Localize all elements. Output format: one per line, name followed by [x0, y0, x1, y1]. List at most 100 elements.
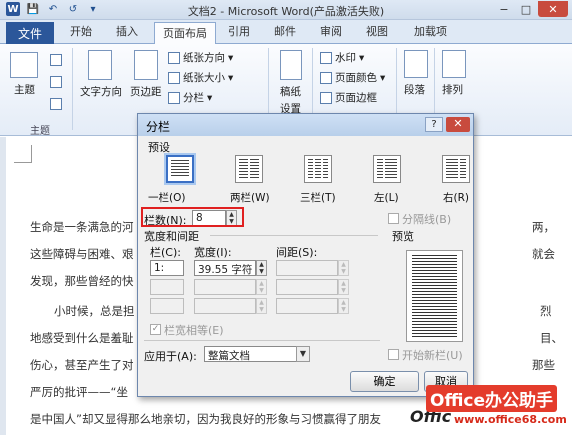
paragraph-line-fragment[interactable]: 目、 [540, 330, 563, 346]
paragraph-line[interactable]: 这些障碍与困难、艰 [30, 246, 134, 262]
tab-home[interactable]: 开始 [70, 24, 92, 40]
orientation-button[interactable]: 纸张方向 ▾ [168, 50, 233, 65]
watermark-button[interactable]: 水印 ▾ [320, 50, 364, 65]
column-spacing-spinner[interactable]: ▲ ▼ [338, 260, 349, 276]
arrange-icon[interactable] [442, 50, 466, 78]
close-button[interactable]: ✕ [538, 1, 568, 17]
column-icon [322, 159, 328, 179]
draft-settings-button[interactable]: 稿纸 设置 [280, 84, 301, 116]
tab-insert[interactable]: 插入 [116, 24, 138, 40]
columns-dialog: 分栏 ? ✕ 预设 一栏(O) 两栏(W) 三栏(T) 左(L) 右(R) 栏数… [137, 113, 474, 397]
column-icon [171, 160, 189, 178]
column-width-input[interactable]: 39.55 字符 [194, 260, 256, 276]
text-direction-button[interactable]: 文字方向 [80, 84, 122, 99]
column-spacing-spinner[interactable]: ▲ ▼ [338, 298, 349, 314]
preset-left-label[interactable]: 左(L) [374, 190, 399, 205]
columns-button[interactable]: 分栏 ▾ [168, 90, 212, 105]
column-width-input[interactable] [194, 298, 256, 314]
spacing-header: 间距(S): [276, 246, 318, 259]
dialog-title-bar[interactable]: 分栏 ? ✕ [138, 114, 473, 136]
theme-colors-icon[interactable] [50, 54, 62, 66]
new-column-label: 开始新栏(U) [402, 349, 463, 362]
column-icon [315, 159, 321, 179]
column-number-cell: 1: [150, 260, 184, 276]
maximize-button[interactable]: □ [516, 1, 536, 17]
paragraph-line[interactable]: 生命是一条满急的河 [30, 219, 134, 235]
preset-one-column[interactable] [166, 155, 194, 183]
separator-checkbox[interactable] [388, 213, 399, 224]
column-spacing-input[interactable] [276, 298, 338, 314]
separator-label: 分隔线(B) [402, 213, 452, 226]
draft-paper-icon[interactable] [280, 50, 302, 80]
column-spacing-spinner[interactable]: ▲ ▼ [338, 279, 349, 295]
tab-review[interactable]: 审阅 [320, 24, 342, 40]
tab-view[interactable]: 视图 [366, 24, 388, 40]
paragraph-line[interactable]: 发现，那些曾经的快 [30, 273, 134, 289]
paragraph-icon[interactable] [404, 50, 428, 78]
paragraph-line-fragment[interactable]: 那些 [532, 357, 555, 373]
page-border-button[interactable]: 页面边框 [320, 90, 377, 105]
column-width-spinner[interactable]: ▲ ▼ [256, 279, 267, 295]
theme-effects-icon[interactable] [50, 98, 62, 110]
group-separator [72, 48, 73, 130]
new-column-checkbox[interactable] [388, 349, 399, 360]
preset-right-label[interactable]: 右(R) [443, 190, 469, 205]
column-width-spinner[interactable]: ▲ ▼ [256, 260, 267, 276]
column-width-input[interactable] [194, 279, 256, 295]
paragraph-button[interactable]: 段落 [404, 82, 425, 97]
chevron-down-icon[interactable]: ▼ [296, 346, 310, 362]
dialog-close-button[interactable]: ✕ [446, 117, 470, 132]
preset-one-column-label[interactable]: 一栏(O) [148, 190, 185, 205]
document-left-margin [0, 137, 6, 435]
page-color-button[interactable]: 页面颜色 ▾ [320, 70, 385, 85]
apply-to-select[interactable]: 整篇文档 [204, 346, 310, 362]
preset-three-columns-label[interactable]: 三栏(T) [300, 190, 336, 205]
width-header: 宽度(I): [194, 246, 232, 259]
themes-icon[interactable] [10, 52, 38, 78]
watermark-title: Office办公助手 [426, 385, 558, 412]
paragraph-line[interactable]: 伤心，甚至产生了对 [30, 357, 134, 373]
page-color-icon [320, 71, 332, 84]
margins-icon[interactable] [134, 50, 158, 80]
width-spacing-label: 宽度和间距 [144, 230, 199, 243]
paragraph-line[interactable]: 小时候，总是担 [54, 303, 135, 319]
help-button[interactable]: ? [425, 117, 443, 132]
equal-width-checkbox[interactable]: ✓ [150, 324, 161, 335]
paragraph-line-fragment[interactable]: 烈 [540, 303, 552, 319]
preset-left[interactable] [373, 155, 401, 183]
paragraph-line-fragment[interactable]: 两， [532, 219, 555, 235]
column-icon [460, 159, 466, 179]
preset-two-columns[interactable] [235, 155, 263, 183]
tab-addins[interactable]: 加载项 [414, 24, 447, 40]
minimize-button[interactable]: − [494, 1, 514, 17]
preset-two-columns-label[interactable]: 两栏(W) [230, 190, 270, 205]
column-icon [250, 159, 259, 179]
tab-file[interactable]: 文件 [6, 22, 54, 44]
arrange-button[interactable]: 排列 [442, 82, 463, 97]
window-title: 文档2 - Microsoft Word(产品激活失败) [187, 5, 385, 18]
paragraph-line[interactable]: 严厉的批评——“坐 [30, 384, 128, 400]
preset-three-columns[interactable] [304, 155, 332, 183]
paragraph-line-fragment[interactable]: 就会 [532, 246, 555, 262]
tab-page-layout[interactable]: 页面布局 [154, 22, 216, 45]
text-direction-icon[interactable] [88, 50, 112, 80]
column-spacing-input[interactable] [276, 279, 338, 295]
column-spacing-input[interactable] [276, 260, 338, 276]
group-divider [144, 340, 380, 341]
page-border-icon [320, 91, 332, 104]
tab-references[interactable]: 引用 [228, 24, 250, 40]
paragraph-line[interactable]: 地感受到什么是羞耻 [30, 330, 134, 346]
watermark-logo: Offic Office办公助手 www.office68.com [408, 383, 572, 435]
tab-mailings[interactable]: 邮件 [274, 24, 296, 40]
theme-fonts-icon[interactable] [50, 76, 62, 88]
margins-button[interactable]: 页边距 [130, 84, 162, 99]
paragraph-line[interactable]: 是中国人”却又显得那么地亲切，因为我良好的形象与习惯赢得了朋友 [30, 411, 381, 427]
highlight-box [141, 207, 244, 227]
column-width-spinner[interactable]: ▲ ▼ [256, 298, 267, 314]
preview-label: 预览 [392, 230, 414, 243]
themes-button[interactable]: 主题 [14, 82, 35, 97]
paper-size-button[interactable]: 纸张大小 ▾ [168, 70, 233, 85]
column-icon [385, 159, 397, 179]
column-icon [446, 159, 458, 179]
preset-right[interactable] [442, 155, 470, 183]
